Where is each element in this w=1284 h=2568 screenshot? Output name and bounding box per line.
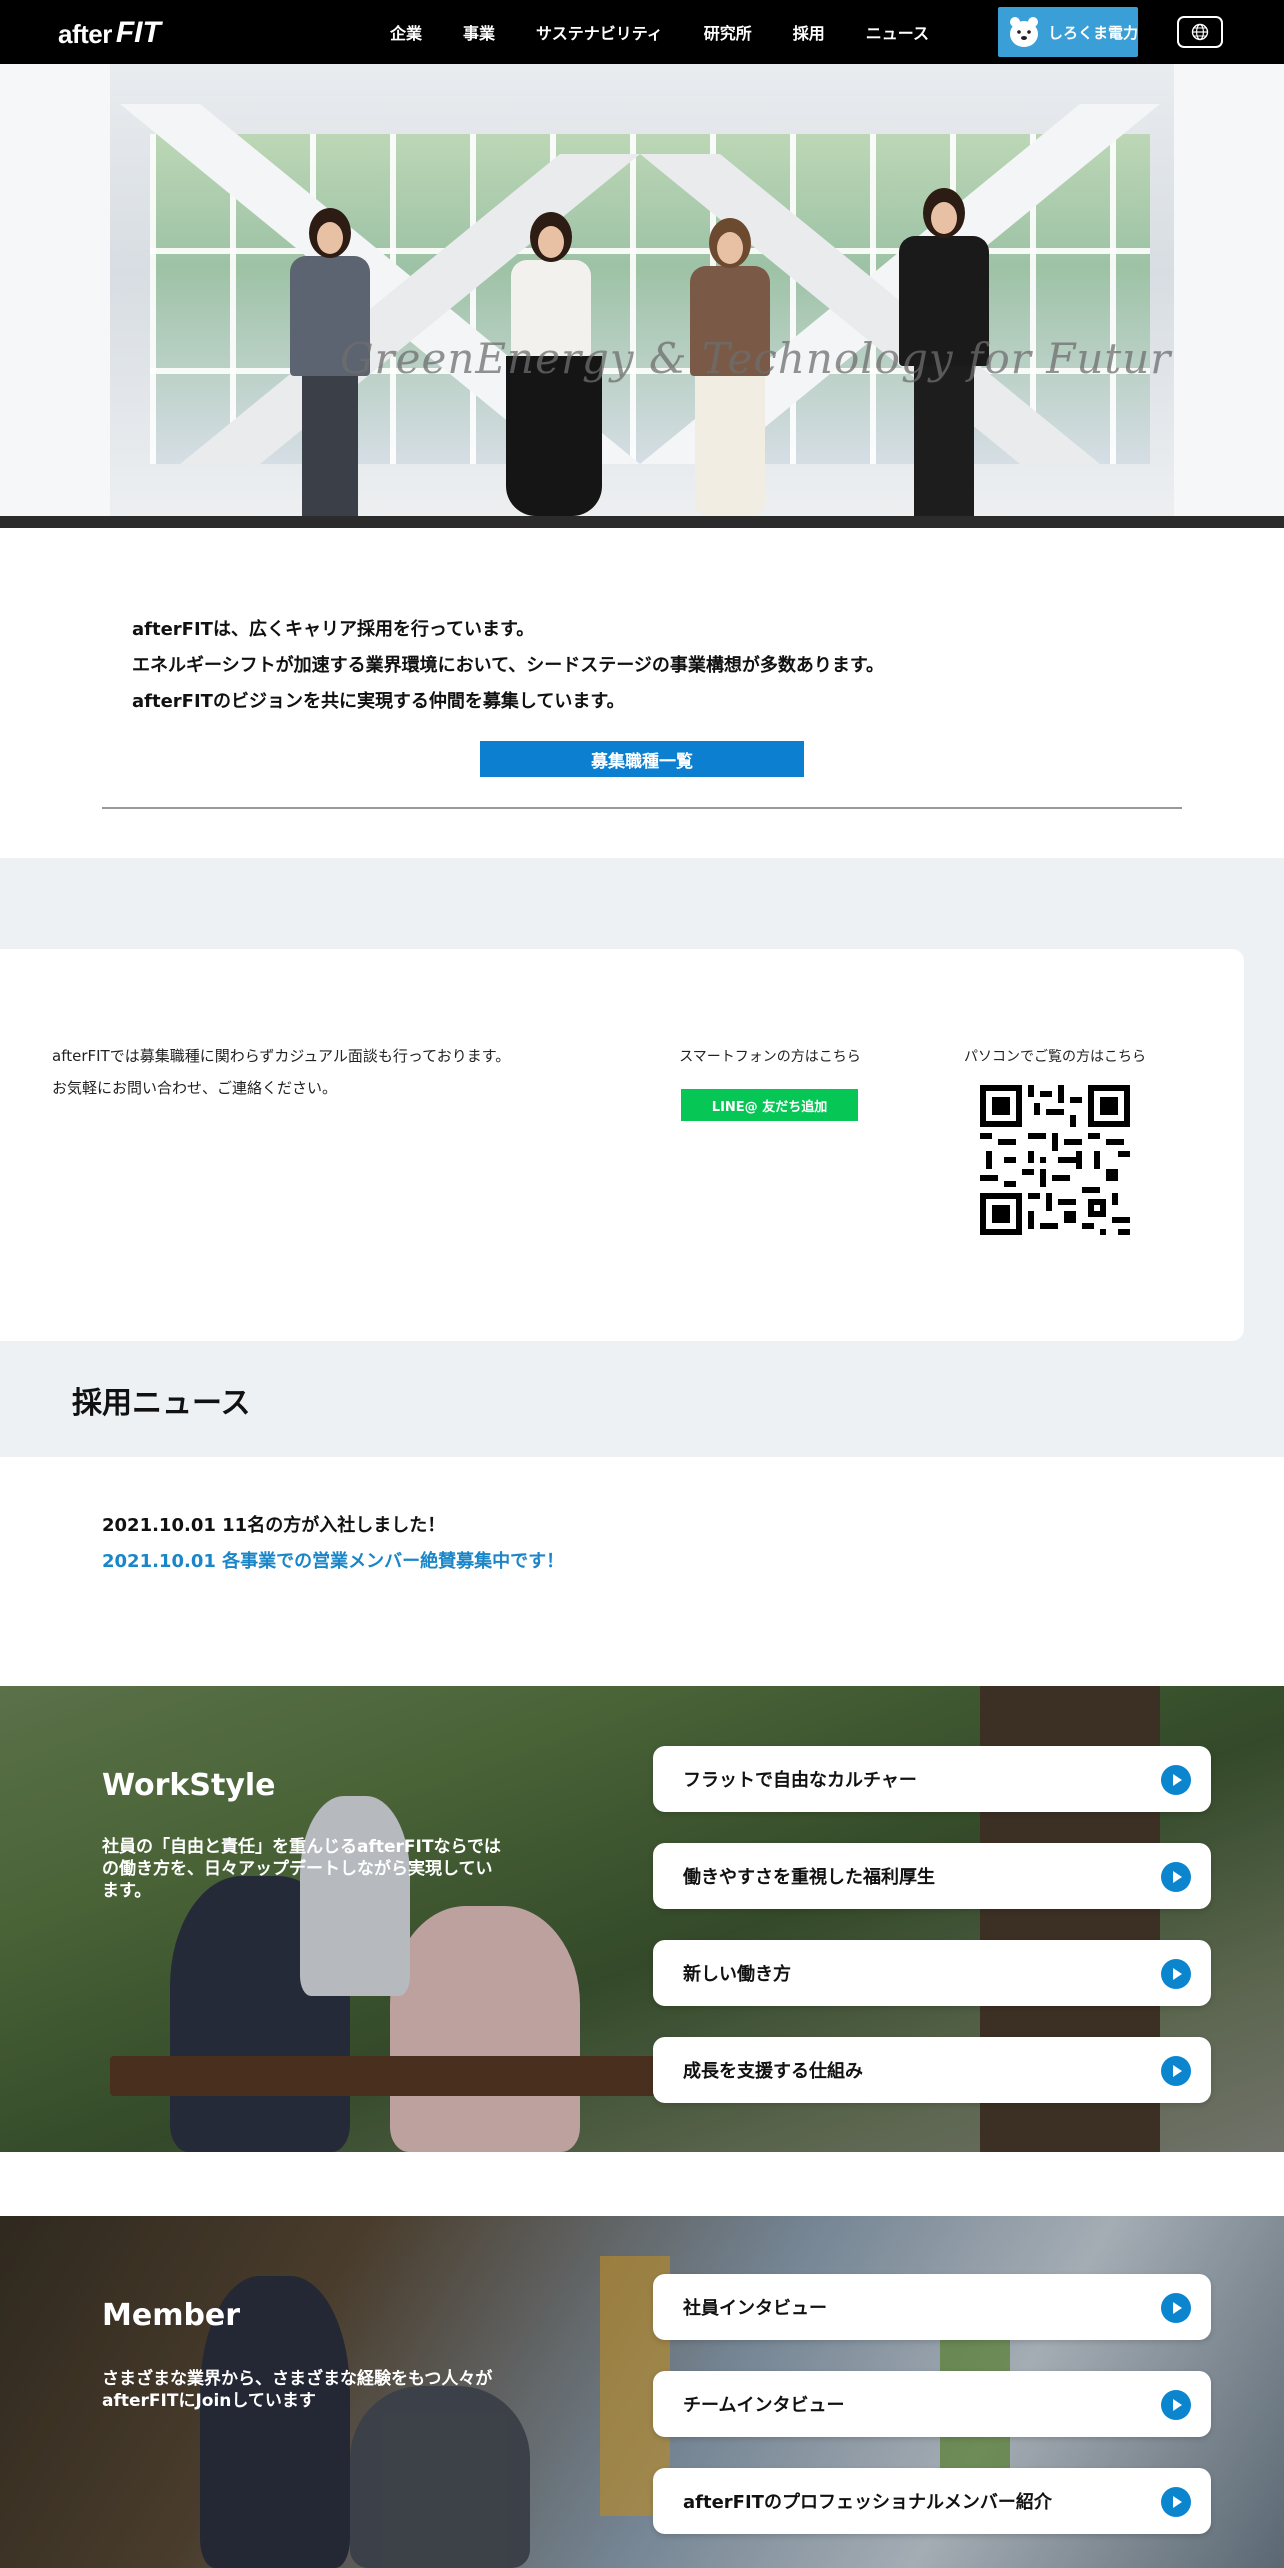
- workstyle-link-growth[interactable]: 成長を支援する仕組み: [653, 2037, 1211, 2103]
- member-title: Member: [102, 2298, 241, 2333]
- globe-icon: [1191, 23, 1209, 41]
- news-date: 2021.10.01: [102, 1515, 216, 1536]
- recruit-news-heading: 採用ニュース: [72, 1386, 251, 1421]
- arrow-right-circle-icon: [1161, 1959, 1191, 1989]
- workstyle-link-new-way[interactable]: 新しい働き方: [653, 1940, 1211, 2006]
- afterfit-logo[interactable]: after FIT: [58, 14, 161, 50]
- member-description: さまざまな業界から、さまざまな経験をもつ人々が afterFITにJoinしてい…: [102, 2369, 493, 2411]
- news-date: 2021.10.01: [102, 1551, 216, 1572]
- casual-interview-text: afterFITでは募集職種に関わらずカジュアル面談も行っております。 お気軽に…: [52, 1040, 510, 1104]
- workstyle-link-culture[interactable]: フラットで自由なカルチャー: [653, 1746, 1211, 1812]
- global-nav: 企業 事業 サステナビリティ 研究所 採用 ニュース: [390, 0, 929, 64]
- member-link-staff-interview[interactable]: 社員インタビュー: [653, 2274, 1211, 2340]
- news-title: 各事業での営業メンバー絶賛募集中です！: [222, 1551, 565, 1572]
- polar-bear-icon: [1004, 12, 1044, 52]
- contact-line: afterFITでは募集職種に関わらずカジュアル面談も行っております。: [52, 1047, 511, 1065]
- arrow-right-circle-icon: [1161, 2487, 1191, 2517]
- workstyle-link-benefits[interactable]: 働きやすさを重視した福利厚生: [653, 1843, 1211, 1909]
- shirokuma-denryoku-banner[interactable]: しろくま電力: [998, 7, 1138, 57]
- smartphone-label: スマートフォンの方はこちら: [679, 1049, 861, 1065]
- contact-line: お気軽にお問い合わせ、ご連絡ください。: [52, 1079, 338, 1097]
- nav-item-news[interactable]: ニュース: [866, 20, 929, 44]
- intro-line: afterFITのビジョンを共に実現する仲間を募集しています。: [132, 691, 625, 712]
- nav-item-lab[interactable]: 研究所: [704, 20, 752, 44]
- hero-image: GreenEnergy & Technology for Futur: [0, 64, 1284, 528]
- nav-item-company[interactable]: 企業: [390, 20, 422, 44]
- arrow-right-circle-icon: [1161, 2390, 1191, 2420]
- arrow-right-circle-icon: [1161, 2293, 1191, 2323]
- member-link-professionals[interactable]: afterFITのプロフェッショナルメンバー紹介: [653, 2468, 1211, 2534]
- job-list-button[interactable]: 募集職種一覧: [480, 741, 804, 777]
- language-switcher[interactable]: [1177, 16, 1223, 48]
- shirokuma-denryoku-label: しろくま電力: [1047, 23, 1138, 42]
- member-section: Member さまざまな業界から、さまざまな経験をもつ人々が afterFITに…: [0, 2216, 1284, 2568]
- arrow-right-circle-icon: [1161, 2056, 1191, 2086]
- news-list: 2021.10.01 11名の方が入社しました！ 2021.10.01 各事業で…: [102, 1508, 564, 1580]
- arrow-right-circle-icon: [1161, 1765, 1191, 1795]
- qr-code-icon: [980, 1085, 1130, 1235]
- intro-line: afterFITは、広くキャリア採用を行っています。: [132, 619, 535, 640]
- logo-text-fit: FIT: [115, 16, 161, 49]
- hero-floor: [0, 516, 1284, 528]
- news-item[interactable]: 2021.10.01 11名の方が入社しました！: [102, 1508, 564, 1544]
- pc-label: パソコンでご覧の方はこちら: [964, 1049, 1146, 1065]
- news-item[interactable]: 2021.10.01 各事業での営業メンバー絶賛募集中です！: [102, 1544, 564, 1580]
- hero-steel-brace: [0, 64, 1284, 528]
- intro-line: エネルギーシフトが加速する業界環境において、シードステージの事業構想が多数ありま…: [132, 655, 885, 676]
- news-title: 11名の方が入社しました！: [222, 1515, 446, 1536]
- nav-item-business[interactable]: 事業: [463, 20, 495, 44]
- recruit-intro: afterFITは、広くキャリア採用を行っています。 エネルギーシフトが加速する…: [132, 612, 1032, 720]
- hero-tagline: GreenEnergy & Technology for Futur: [340, 334, 1172, 383]
- workstyle-section: WorkStyle 社員の「自由と責任」を重んじるafterFITならでは の働…: [0, 1686, 1284, 2152]
- workstyle-description: 社員の「自由と責任」を重んじるafterFITならでは の働き方を、日々アップデ…: [102, 1837, 501, 1901]
- workstyle-title: WorkStyle: [102, 1768, 276, 1803]
- section-divider: [102, 807, 1182, 809]
- nav-item-recruit[interactable]: 採用: [793, 20, 825, 44]
- member-link-team-interview[interactable]: チームインタビュー: [653, 2371, 1211, 2437]
- arrow-right-circle-icon: [1161, 1862, 1191, 1892]
- site-header: after FIT 企業 事業 サステナビリティ 研究所 採用 ニュース しろく…: [0, 0, 1284, 64]
- nav-item-sustainability[interactable]: サステナビリティ: [536, 20, 663, 44]
- logo-text-after: after: [58, 19, 112, 49]
- line-add-friend-button[interactable]: LINE@ 友だち追加: [681, 1089, 858, 1121]
